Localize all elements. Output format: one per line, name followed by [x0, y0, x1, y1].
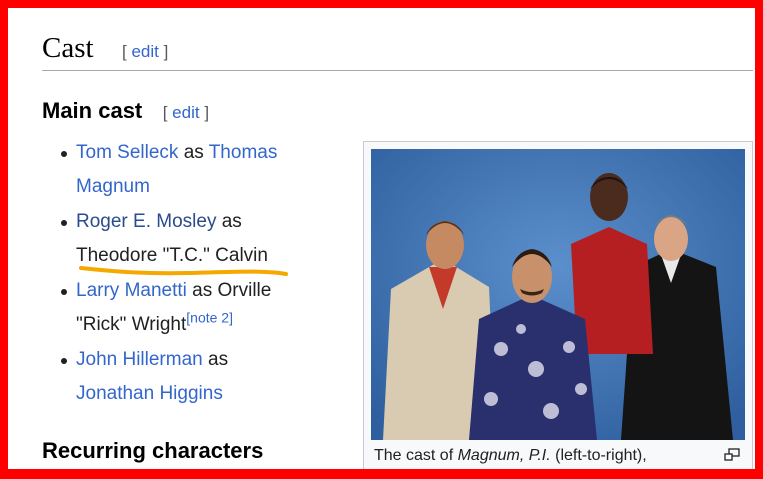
section-heading-recurring-characters: Recurring characters — [42, 438, 264, 463]
cast-photo[interactable] — [371, 149, 745, 440]
caption-text: as — [619, 471, 640, 479]
edit-bracket-close: ] — [199, 103, 210, 122]
cast-photo-illustration — [371, 149, 745, 440]
article-content: Cast [ edit ] Main cast [ edit ] Tom Sel… — [8, 8, 755, 479]
highlight-underline-annotation — [79, 266, 288, 276]
actor-link-john-hillerman[interactable]: John Hillerman — [76, 349, 203, 370]
subsection-title: Main cast — [42, 98, 143, 123]
as-text: as Orville — [186, 280, 272, 301]
edit-bracket-close: ] — [158, 42, 169, 61]
role-text-line1: Thomas — [208, 142, 278, 163]
list-item: Tom Selleck as Thomas Magnum — [60, 136, 320, 204]
section-heading-cast: Cast [ edit ] — [42, 30, 753, 71]
magnify-clip-icon[interactable] — [724, 448, 740, 462]
as-text: as — [202, 349, 229, 370]
actor-link-tom-selleck[interactable]: Tom Selleck — [76, 142, 178, 163]
image-caption: The cast of Magnum, P.I. (left-to-right)… — [374, 444, 714, 479]
caption-link-larry-manetti[interactable]: Larry Manetti — [374, 471, 467, 479]
section-title: Cast — [42, 32, 94, 64]
subsection-edit-link[interactable]: edit — [172, 103, 199, 122]
subsection-edit-link-wrapper: [ edit ] — [163, 103, 209, 122]
caption-link-tom-selleck[interactable]: Tom Selleck — [533, 471, 619, 479]
section-edit-link[interactable]: edit — [131, 42, 158, 61]
screenshot-frame: Cast [ edit ] Main cast [ edit ] Tom Sel… — [0, 0, 763, 479]
caption-show-title: Magnum, P.I. — [457, 447, 551, 464]
list-item: John Hillerman as Jonathan Higgins — [60, 343, 320, 411]
actor-link-roger-e-mosley[interactable]: Roger E. Mosley — [76, 211, 216, 232]
caption-text: as Rick, — [467, 471, 533, 479]
caption-text: (left-to-right), — [550, 447, 647, 464]
section-edit-link-wrapper: [ edit ] — [122, 42, 168, 62]
caption-text: The cast of — [374, 447, 458, 464]
list-item: Larry Manetti as Orville "Rick" Wright[no… — [60, 274, 320, 342]
role-link-jonathan-higgins[interactable]: Jonathan Higgins — [76, 383, 223, 404]
actor-link-larry-manetti[interactable]: Larry Manetti — [76, 280, 187, 301]
as-text: as — [216, 211, 242, 232]
image-thumbnail: The cast of Magnum, P.I. (left-to-right)… — [363, 141, 753, 479]
subsection-heading-main-cast: Main cast [ edit ] — [42, 98, 209, 124]
footnote-link-note-2[interactable]: [note 2] — [186, 310, 233, 326]
as-text: as — [178, 142, 209, 163]
role-text-rick-wright: "Rick" Wright — [76, 314, 187, 335]
edit-bracket-open: [ — [162, 103, 173, 122]
footnote: [note 2] — [186, 310, 233, 326]
role-text-line2: Magnum — [76, 176, 150, 197]
